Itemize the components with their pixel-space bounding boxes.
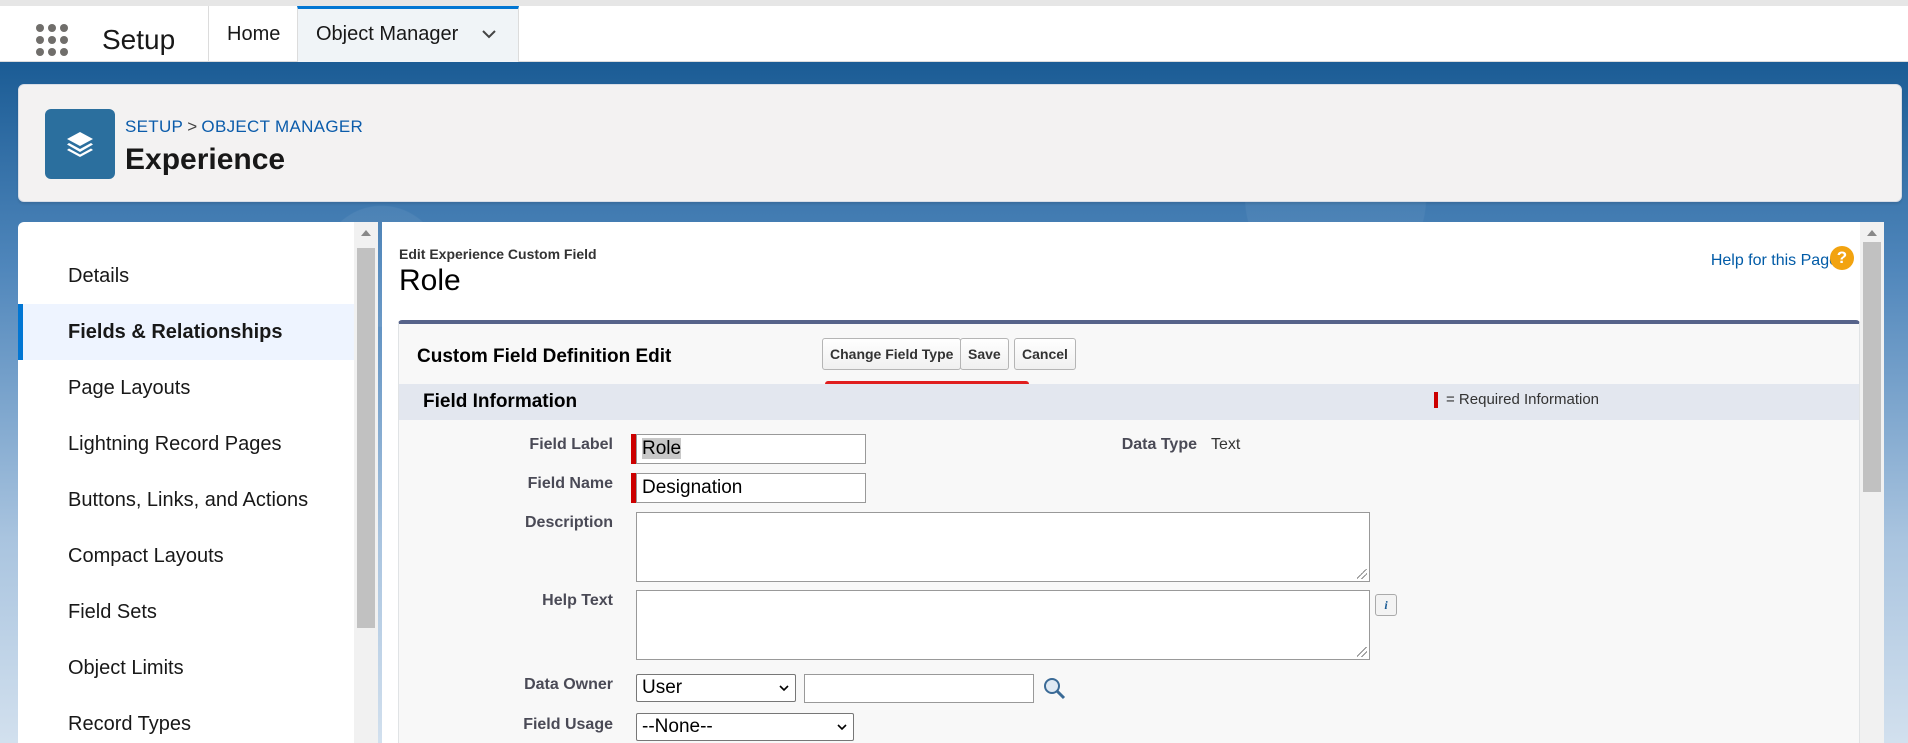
field-label-input[interactable]: Role [636,434,866,464]
object-sidebar: Details Fields & Relationships Page Layo… [18,222,378,743]
required-legend: = Required Information [1446,391,1600,408]
sidebar-item-field-sets[interactable]: Field Sets [18,584,354,640]
sidebar-item-lightning-record-pages[interactable]: Lightning Record Pages [18,416,354,472]
resize-handle-icon[interactable] [1357,647,1367,657]
info-icon[interactable]: i [1375,594,1397,616]
sidebar-item-details[interactable]: Details [18,248,354,304]
object-header: SETUP > OBJECT MANAGER Experience [18,84,1902,202]
data-owner-lookup-input[interactable] [804,674,1034,703]
sidebar-item-buttons-links-actions[interactable]: Buttons, Links, and Actions [18,472,354,528]
sidebar-scrollbar[interactable] [354,222,378,743]
section-title: Field Information [423,391,578,412]
help-text-textarea[interactable] [636,590,1370,660]
sidebar-item-record-types[interactable]: Record Types [18,696,354,743]
description-label: Description [524,514,613,531]
field-information-section: Field Information = Required Information [399,384,1859,420]
main-scrollbar[interactable] [1860,222,1884,743]
help-icon[interactable]: ? [1830,246,1854,270]
field-edit-panel: Edit Experience Custom Field Role Help f… [382,222,1884,743]
custom-field-form: Custom Field Definition Edit Change Fiel… [398,320,1860,743]
app-launcher-icon[interactable] [36,24,68,56]
breadcrumb-object-manager[interactable]: OBJECT MANAGER [201,117,363,136]
lookup-icon[interactable] [1041,675,1067,701]
breadcrumb-separator: > [187,117,198,136]
cancel-button[interactable]: Cancel [1014,338,1076,370]
sidebar-item-page-layouts[interactable]: Page Layouts [18,360,354,416]
field-label-value: Role [642,438,682,459]
field-usage-label: Field Usage [523,716,613,733]
required-marker [1434,392,1438,408]
breadcrumb: SETUP > OBJECT MANAGER [125,117,363,137]
page-title: Experience [125,143,286,176]
edit-subtitle: Edit Experience Custom Field [399,246,597,262]
resize-handle-icon[interactable] [1357,569,1367,579]
field-name-input[interactable]: Designation [636,473,866,503]
data-owner-type-value: User [642,677,683,698]
description-textarea[interactable] [636,512,1370,582]
tab-home[interactable]: Home [208,6,298,62]
data-owner-label: Data Owner [524,676,613,693]
change-field-type-button[interactable]: Change Field Type [822,338,962,370]
chevron-down-icon [837,724,847,731]
chevron-down-icon [779,685,789,692]
field-title: Role [399,264,461,297]
breadcrumb-setup[interactable]: SETUP [125,117,183,136]
data-type-label: Data Type [1121,436,1197,453]
data-owner-type-select[interactable]: User [636,674,796,702]
layers-icon [45,109,115,179]
form-title: Custom Field Definition Edit [417,346,672,367]
global-nav: Setup Home Object Manager [0,0,1908,62]
main-scroll-thumb[interactable] [1863,242,1881,492]
field-label-label: Field Label [529,436,613,453]
sidebar-scroll-thumb[interactable] [357,248,375,628]
scroll-up-icon[interactable] [1867,230,1877,236]
tab-object-manager-label: Object Manager [316,23,459,45]
sidebar-item-object-limits[interactable]: Object Limits [18,640,354,696]
help-text-label: Help Text [542,592,613,609]
scroll-up-icon[interactable] [361,230,371,236]
field-usage-select[interactable]: --None-- [636,713,854,741]
field-name-label: Field Name [527,475,613,492]
sidebar-item-fields-relationships[interactable]: Fields & Relationships [18,304,354,360]
chevron-down-icon[interactable] [482,27,496,41]
tab-object-manager[interactable]: Object Manager [297,6,519,62]
data-type-value: Text [1211,436,1241,453]
save-button[interactable]: Save [960,338,1009,370]
app-name: Setup [102,24,176,55]
field-usage-value: --None-- [642,716,713,737]
sidebar-item-compact-layouts[interactable]: Compact Layouts [18,528,354,584]
help-link[interactable]: Help for this Page [1711,252,1838,270]
